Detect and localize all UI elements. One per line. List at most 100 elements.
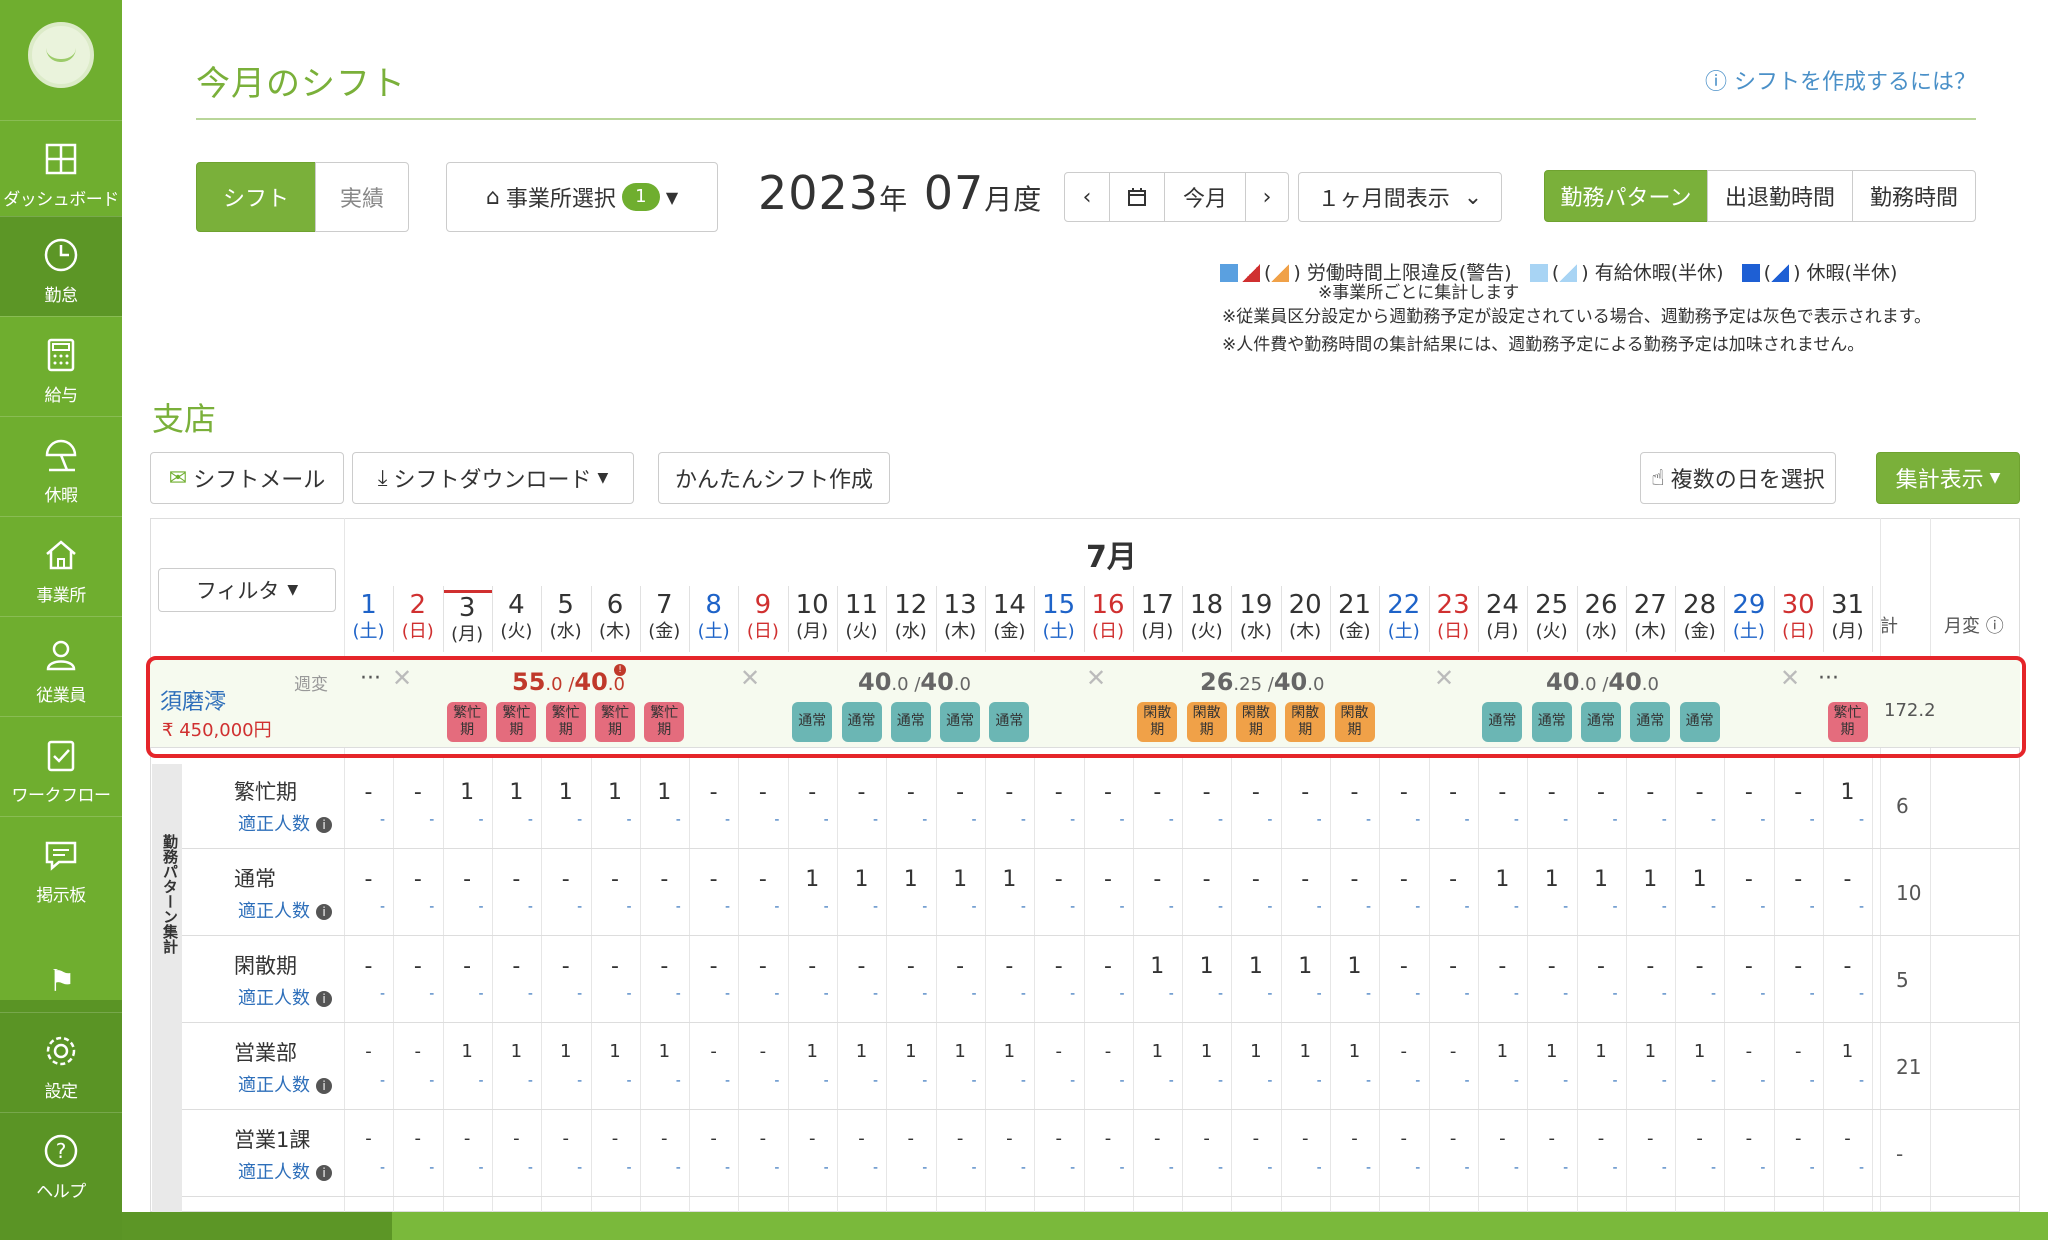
summary-cell-value[interactable]: 1 xyxy=(1626,1041,1675,1062)
summary-cell-value[interactable]: - xyxy=(1034,1041,1083,1062)
summary-cell-value[interactable]: - xyxy=(1626,780,1675,805)
summary-cell-value[interactable]: 1 xyxy=(1330,954,1379,979)
summary-cell-value[interactable]: - xyxy=(1774,780,1823,805)
summary-cell-value[interactable]: - xyxy=(1724,867,1773,892)
summary-cell-value[interactable]: 1 xyxy=(1626,867,1675,892)
summary-cell-value[interactable]: 1 xyxy=(1823,780,1872,805)
summary-cell-value[interactable]: - xyxy=(591,1128,640,1149)
summary-cell-value[interactable]: - xyxy=(689,1041,738,1062)
summary-cell-value[interactable]: - xyxy=(591,867,640,892)
summary-cell-value[interactable]: - xyxy=(541,1128,590,1149)
day-header[interactable]: 27 (木) xyxy=(1626,590,1675,644)
day-header[interactable]: 14 (金) xyxy=(985,590,1034,644)
summary-cell-value[interactable]: - xyxy=(1379,780,1428,805)
summary-cell-value[interactable]: - xyxy=(1527,780,1576,805)
summary-cell-value[interactable]: 1 xyxy=(1823,1041,1872,1062)
day-header[interactable]: 24 (月) xyxy=(1478,590,1527,644)
flag-icon[interactable]: ⚑ xyxy=(44,964,80,1000)
summary-cell-value[interactable]: - xyxy=(640,954,689,979)
summary-cell-value[interactable]: - xyxy=(689,954,738,979)
day-header[interactable]: 20 (木) xyxy=(1281,590,1330,644)
summary-cell-value[interactable]: - xyxy=(689,780,738,805)
summary-cell-value[interactable]: - xyxy=(1675,780,1724,805)
summary-cell-value[interactable]: - xyxy=(1527,954,1576,979)
day-header[interactable]: 3 (月) xyxy=(442,590,492,647)
summary-cell-value[interactable]: - xyxy=(1182,867,1231,892)
summary-cell-value[interactable]: 1 xyxy=(443,780,492,805)
shift-download-button[interactable]: ⤓ シフトダウンロード ▼ xyxy=(352,452,634,504)
summary-cell-value[interactable]: - xyxy=(1429,867,1478,892)
summary-cell-value[interactable]: 1 xyxy=(1478,867,1527,892)
day-header[interactable]: 25 (火) xyxy=(1527,590,1576,644)
summary-cell-value[interactable]: 1 xyxy=(591,1041,640,1062)
summary-cell-value[interactable]: - xyxy=(1231,780,1280,805)
view-inout-button[interactable]: 出退勤時間 xyxy=(1707,170,1853,222)
summary-cell-value[interactable]: - xyxy=(738,780,787,805)
summary-cell-value[interactable]: - xyxy=(1330,867,1379,892)
shift-mail-button[interactable]: ✉ シフトメール xyxy=(150,452,344,504)
prev-month-button[interactable]: ‹ xyxy=(1064,172,1110,222)
summary-cell-value[interactable]: 1 xyxy=(1182,954,1231,979)
summary-cell-value[interactable]: - xyxy=(1084,954,1133,979)
summary-cell-value[interactable]: - xyxy=(1626,954,1675,979)
summary-cell-value[interactable]: 1 xyxy=(788,867,837,892)
day-header[interactable]: 23 (日) xyxy=(1429,590,1478,644)
summary-cell-value[interactable]: - xyxy=(689,867,738,892)
day-header[interactable]: 13 (木) xyxy=(936,590,985,644)
summary-cell-value[interactable]: - xyxy=(1133,867,1182,892)
summary-cell-value[interactable]: - xyxy=(886,954,935,979)
summary-cell-value[interactable]: - xyxy=(344,780,393,805)
summary-cell-value[interactable]: - xyxy=(1478,780,1527,805)
day-header[interactable]: 9 (日) xyxy=(738,590,787,644)
day-header[interactable]: 1 (土) xyxy=(344,590,393,644)
summary-cell-value[interactable]: 1 xyxy=(640,1041,689,1062)
day-header[interactable]: 29 (土) xyxy=(1724,590,1773,644)
summary-cell-value[interactable]: 1 xyxy=(1231,1041,1280,1062)
summary-cell-value[interactable]: - xyxy=(1133,1128,1182,1149)
summary-cell-value[interactable]: - xyxy=(1182,780,1231,805)
day-header[interactable]: 28 (金) xyxy=(1675,590,1724,644)
summary-cell-value[interactable]: - xyxy=(689,1128,738,1149)
summary-cell-value[interactable]: 1 xyxy=(1133,954,1182,979)
summary-cell-value[interactable]: - xyxy=(1774,1128,1823,1149)
summary-cell-value[interactable]: - xyxy=(837,1128,886,1149)
summary-cell-value[interactable]: - xyxy=(1084,780,1133,805)
day-header[interactable]: 6 (木) xyxy=(591,590,640,644)
summary-cell-value[interactable]: - xyxy=(788,1128,837,1149)
summary-row-sub[interactable]: 適正人数 i xyxy=(238,984,332,1010)
summary-cell-value[interactable]: 1 xyxy=(1527,1041,1576,1062)
summary-cell-value[interactable]: - xyxy=(1182,1128,1231,1149)
summary-cell-value[interactable]: - xyxy=(1429,780,1478,805)
summary-cell-value[interactable]: - xyxy=(1724,780,1773,805)
day-header[interactable]: 16 (日) xyxy=(1084,590,1133,644)
summary-cell-value[interactable]: - xyxy=(344,1128,393,1149)
summary-cell-value[interactable]: - xyxy=(886,1128,935,1149)
sidebar-item-0[interactable]: ダッシュボード xyxy=(0,120,122,220)
day-header[interactable]: 31 (月) xyxy=(1823,590,1872,644)
summary-cell-value[interactable]: - xyxy=(1823,867,1872,892)
summary-cell-value[interactable]: - xyxy=(1478,1128,1527,1149)
tab-shift[interactable]: シフト xyxy=(196,162,316,232)
summary-cell-value[interactable]: - xyxy=(443,954,492,979)
summary-cell-value[interactable]: - xyxy=(1084,867,1133,892)
summary-row-sub[interactable]: 適正人数 i xyxy=(238,897,332,923)
summary-cell-value[interactable]: 1 xyxy=(1231,954,1280,979)
summary-cell-value[interactable]: 1 xyxy=(1675,867,1724,892)
summary-cell-value[interactable]: - xyxy=(344,867,393,892)
summary-cell-value[interactable]: 1 xyxy=(492,780,541,805)
day-header[interactable]: 17 (月) xyxy=(1133,590,1182,644)
summary-cell-value[interactable]: - xyxy=(788,954,837,979)
summary-cell-value[interactable]: - xyxy=(936,1128,985,1149)
summary-cell-value[interactable]: - xyxy=(1084,1041,1133,1062)
summary-cell-value[interactable]: 1 xyxy=(837,1041,886,1062)
sidebar-item-5[interactable]: 従業員 xyxy=(0,616,122,716)
summary-cell-value[interactable]: 1 xyxy=(541,780,590,805)
easy-shift-button[interactable]: かんたんシフト作成 xyxy=(658,452,890,504)
summary-cell-value[interactable]: 1 xyxy=(640,780,689,805)
summary-cell-value[interactable]: 1 xyxy=(1675,1041,1724,1062)
summary-cell-value[interactable]: - xyxy=(985,1128,1034,1149)
summary-cell-value[interactable]: - xyxy=(393,1128,442,1149)
summary-cell-value[interactable]: - xyxy=(1675,1128,1724,1149)
summary-cell-value[interactable]: - xyxy=(1429,1041,1478,1062)
help-link[interactable]: ⓘ シフトを作成するには？ xyxy=(1705,64,1976,96)
